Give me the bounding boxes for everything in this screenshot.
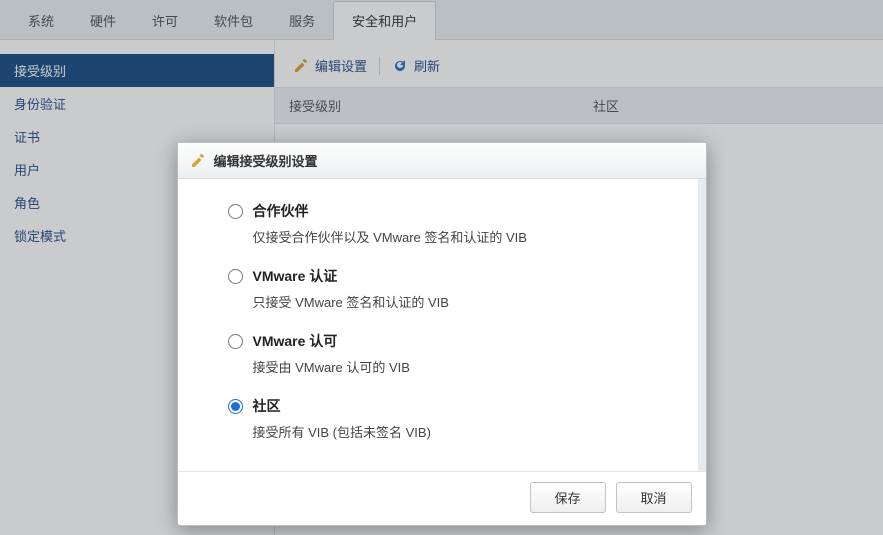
cancel-button[interactable]: 取消 (616, 482, 692, 513)
option-vmware-accepted-title: VMware 认可 (253, 331, 338, 351)
option-vmware-accepted: VMware 认可 接受由 VMware 认可的 VIB (228, 331, 680, 376)
option-community-desc: 接受所有 VIB (包括未签名 VIB) (253, 422, 680, 441)
radio-partner-input[interactable] (228, 204, 243, 219)
option-partner-title: 合作伙伴 (253, 201, 309, 221)
radio-partner[interactable]: 合作伙伴 (228, 201, 680, 221)
dialog-footer: 保存 取消 (178, 471, 706, 525)
radio-community-input[interactable] (228, 399, 243, 414)
option-community: 社区 接受所有 VIB (包括未签名 VIB) (228, 396, 680, 441)
radio-community[interactable]: 社区 (228, 396, 680, 416)
radio-vmware-certified[interactable]: VMware 认证 (228, 266, 680, 286)
modal-overlay: 编辑接受级别设置 合作伙伴 仅接受合作伙伴以及 VMware 签名和认证的 VI… (0, 0, 883, 535)
radio-vmware-accepted-input[interactable] (228, 334, 243, 349)
pencil-icon (190, 153, 206, 169)
radio-vmware-accepted[interactable]: VMware 认可 (228, 331, 680, 351)
dialog-title-text: 编辑接受级别设置 (214, 151, 318, 170)
option-partner-desc: 仅接受合作伙伴以及 VMware 签名和认证的 VIB (253, 227, 680, 246)
save-button[interactable]: 保存 (530, 482, 606, 513)
dialog-title-bar: 编辑接受级别设置 (178, 143, 706, 179)
edit-acceptance-dialog: 编辑接受级别设置 合作伙伴 仅接受合作伙伴以及 VMware 签名和认证的 VI… (177, 142, 707, 526)
option-partner: 合作伙伴 仅接受合作伙伴以及 VMware 签名和认证的 VIB (228, 201, 680, 246)
radio-vmware-certified-input[interactable] (228, 269, 243, 284)
dialog-body: 合作伙伴 仅接受合作伙伴以及 VMware 签名和认证的 VIB VMware … (178, 179, 706, 471)
option-vmware-certified: VMware 认证 只接受 VMware 签名和认证的 VIB (228, 266, 680, 311)
option-vmware-certified-desc: 只接受 VMware 签名和认证的 VIB (253, 292, 680, 311)
option-community-title: 社区 (253, 396, 281, 416)
option-vmware-accepted-desc: 接受由 VMware 认可的 VIB (253, 357, 680, 376)
option-vmware-certified-title: VMware 认证 (253, 266, 338, 286)
